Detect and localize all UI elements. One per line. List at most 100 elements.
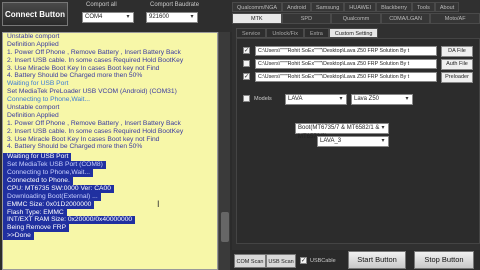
log-line: >>Done (3, 232, 34, 241)
model-select[interactable]: Lava Z50 ▾ (351, 94, 413, 105)
brand-select[interactable]: LAVA ▾ (285, 94, 347, 105)
log-line: Waiting for USB Port (7, 80, 69, 88)
comport-select[interactable]: COM4 ▾ (82, 12, 134, 23)
mode-tab[interactable]: Custom Setting (328, 28, 379, 38)
stop-button[interactable]: Stop Button (414, 251, 474, 269)
log-line: Connecting to Phone,Wait... (7, 96, 91, 104)
usb-cable-label: USBCable (310, 258, 336, 264)
mode-tab[interactable]: Extra (304, 28, 329, 38)
baudrate-select[interactable]: 921600 ▾ (146, 12, 198, 23)
da-file-checkbox[interactable]: ✓ (243, 47, 250, 54)
usb-scan-tab[interactable]: USB Scan (266, 254, 296, 268)
chevron-down-icon: ▾ (126, 14, 130, 20)
chipset-tab[interactable]: MTK (232, 13, 282, 24)
bottom-bar: COM Scan USB Scan ✓ USBCable Start Butto… (232, 250, 480, 270)
brand-tab[interactable]: HUAWEI (344, 2, 377, 12)
chevron-down-icon: ▾ (190, 14, 194, 20)
da-file-button[interactable]: DA File (441, 46, 473, 57)
brand-tab[interactable]: Tools (412, 2, 435, 12)
mode-tabs: Service Unlock/Fix Extra Custom Setting (236, 28, 379, 38)
variant-select[interactable]: LAVA_3 ▾ (317, 136, 389, 147)
chipset-tab[interactable]: Moto/AF (430, 13, 480, 24)
log-row: 1. Power Off Phone , Remove Battery , In… (3, 120, 217, 128)
log-row: 4. Battery Should be Charged more then 5… (3, 143, 217, 151)
log-row: Definition Applied (3, 112, 217, 120)
brand-tab[interactable]: Samsung (311, 2, 345, 12)
auth-file-button[interactable]: Auth File (441, 59, 473, 70)
chipset-tab[interactable]: SPD (281, 13, 332, 24)
log-row: Waiting for USB Port (3, 80, 217, 88)
log-row: Unstable comport (3, 104, 217, 112)
log-console[interactable]: Unstable comport Definition Applied 1. Pow… (2, 32, 218, 270)
auth-file-checkbox[interactable] (243, 60, 250, 67)
log-line: 3. Use Miracle Boot Key In cases Boot ke… (7, 64, 160, 72)
log-line: Definition Applied (7, 111, 59, 119)
log-line: Unstable comport (7, 104, 60, 112)
model-value: Lava Z50 (354, 96, 380, 102)
log-row: Connecting to Phone,Wait... (3, 96, 217, 104)
usb-cable-checkbox[interactable]: ✓ (300, 257, 307, 264)
log-line: Set MediaTek PreLoader USB VCOM (Android… (7, 88, 177, 96)
log-line: 4. Battery Should be Charged more then 5… (7, 72, 143, 80)
connect-button[interactable]: Connect Button (2, 2, 68, 26)
custom-setting-panel: ✓ C:\Users\""""Rohit SoEx""""\Desktop\La… (236, 38, 480, 244)
baudrate-label: Comport Baudrate (150, 2, 200, 8)
log-row: EMMC Size: 0x01D2000000 (3, 199, 217, 209)
variant-value: LAVA_3 (320, 138, 342, 144)
chevron-down-icon: ▾ (381, 125, 385, 131)
scrollbar-thumb[interactable] (221, 212, 229, 242)
boot-select[interactable]: Boot(MT6735/7 & MT6582/1 & MT6572/2) ▾ (295, 123, 389, 140)
log-row: 4. Battery Should be Charged more then 5… (3, 72, 217, 80)
com-scan-tab[interactable]: COM Scan (234, 254, 266, 268)
brand-tab[interactable]: Android (282, 2, 312, 12)
chipset-tab[interactable]: CDMA/LGAN (380, 13, 431, 24)
log-row: CPU: MT6735 SW:0000 Ver: CA00 (3, 183, 217, 193)
log-row: Unstable comport (3, 33, 217, 41)
log-row: 2. Insert USB cable. In some cases Requi… (3, 57, 217, 65)
start-button[interactable]: Start Button (348, 251, 406, 269)
models-checkbox[interactable] (243, 95, 250, 102)
log-line: 4. Battery Should be Charged more then 5… (7, 143, 143, 151)
log-row: Connected to Phone. (3, 175, 217, 185)
preloader-path[interactable]: C:\Users\""""Rohit SoEx""""\Desktop\Lava… (255, 72, 437, 82)
log-row: Waiting for USB Port (3, 151, 217, 162)
right-panel: Qualcomm/NGA Android Samsung HUAWEI Blackber… (232, 0, 480, 270)
brand-tab[interactable]: About (434, 2, 460, 12)
log-row: INT/EXT RAM Size: 0x20000/0x40000000 (3, 214, 217, 225)
brand-value: LAVA (288, 96, 303, 102)
log-row: Set MediaTek USB Port (COM8) (3, 159, 217, 170)
log-line: Unstable comport (7, 33, 60, 40)
log-row: Definition Applied (3, 41, 217, 49)
mode-tab[interactable]: Unlock/Fix (266, 28, 305, 38)
log-scrollbar[interactable] (218, 32, 230, 270)
log-row: 2. Insert USB cable. In some cases Requi… (3, 128, 217, 136)
models-label: Models (254, 96, 272, 102)
auth-file-path[interactable]: C:\Users\""""Rohit SoEx""""\Desktop\Lava… (255, 59, 437, 69)
mode-tab[interactable]: Service (236, 28, 267, 38)
chipset-tabs: MTK SPD Qualcomm CDMA/LGAN Moto/AF (232, 13, 480, 24)
log-row: 3. Use Miracle Boot Key In cases Boot ke… (3, 136, 217, 144)
chevron-down-icon: ▾ (381, 138, 385, 144)
log-row: Flash Type: EMMC (3, 207, 217, 217)
log-row: Connecting to Phone,Wait... (3, 167, 217, 178)
chevron-down-icon: ▾ (405, 96, 409, 102)
brand-tab[interactable]: Blackberry (376, 2, 413, 12)
preloader-button[interactable]: Preloader (441, 72, 473, 83)
brand-tab[interactable]: Qualcomm/NGA (232, 2, 283, 12)
log-row: Set MediaTek PreLoader USB VCOM (Android… (3, 88, 217, 96)
log-row: 3. Use Miracle Boot Key In cases Boot ke… (3, 65, 217, 73)
log-line: 1. Power Off Phone , Remove Battery , In… (7, 48, 181, 56)
da-file-path[interactable]: C:\Users\""""Rohit SoEx""""\Desktop\Lava… (255, 46, 437, 56)
log-row: 1. Power Off Phone , Remove Battery , In… (3, 49, 217, 57)
preloader-checkbox[interactable]: ✓ (243, 73, 250, 80)
chevron-down-icon: ▾ (339, 96, 343, 102)
comport-value: COM4 (85, 14, 103, 20)
log-line: Definition Applied (7, 40, 59, 48)
chipset-tab[interactable]: Qualcomm (331, 13, 381, 24)
text-cursor-icon: I (157, 199, 160, 209)
baudrate-value: 921600 (149, 14, 170, 20)
comport-label: Comport all (86, 2, 117, 8)
log-line: 3. Use Miracle Boot Key In cases Boot ke… (7, 135, 160, 143)
log-line: 2. Insert USB cable. In some cases Requi… (7, 56, 184, 64)
log-line: 2. Insert USB cable. In some cases Requi… (7, 127, 184, 135)
